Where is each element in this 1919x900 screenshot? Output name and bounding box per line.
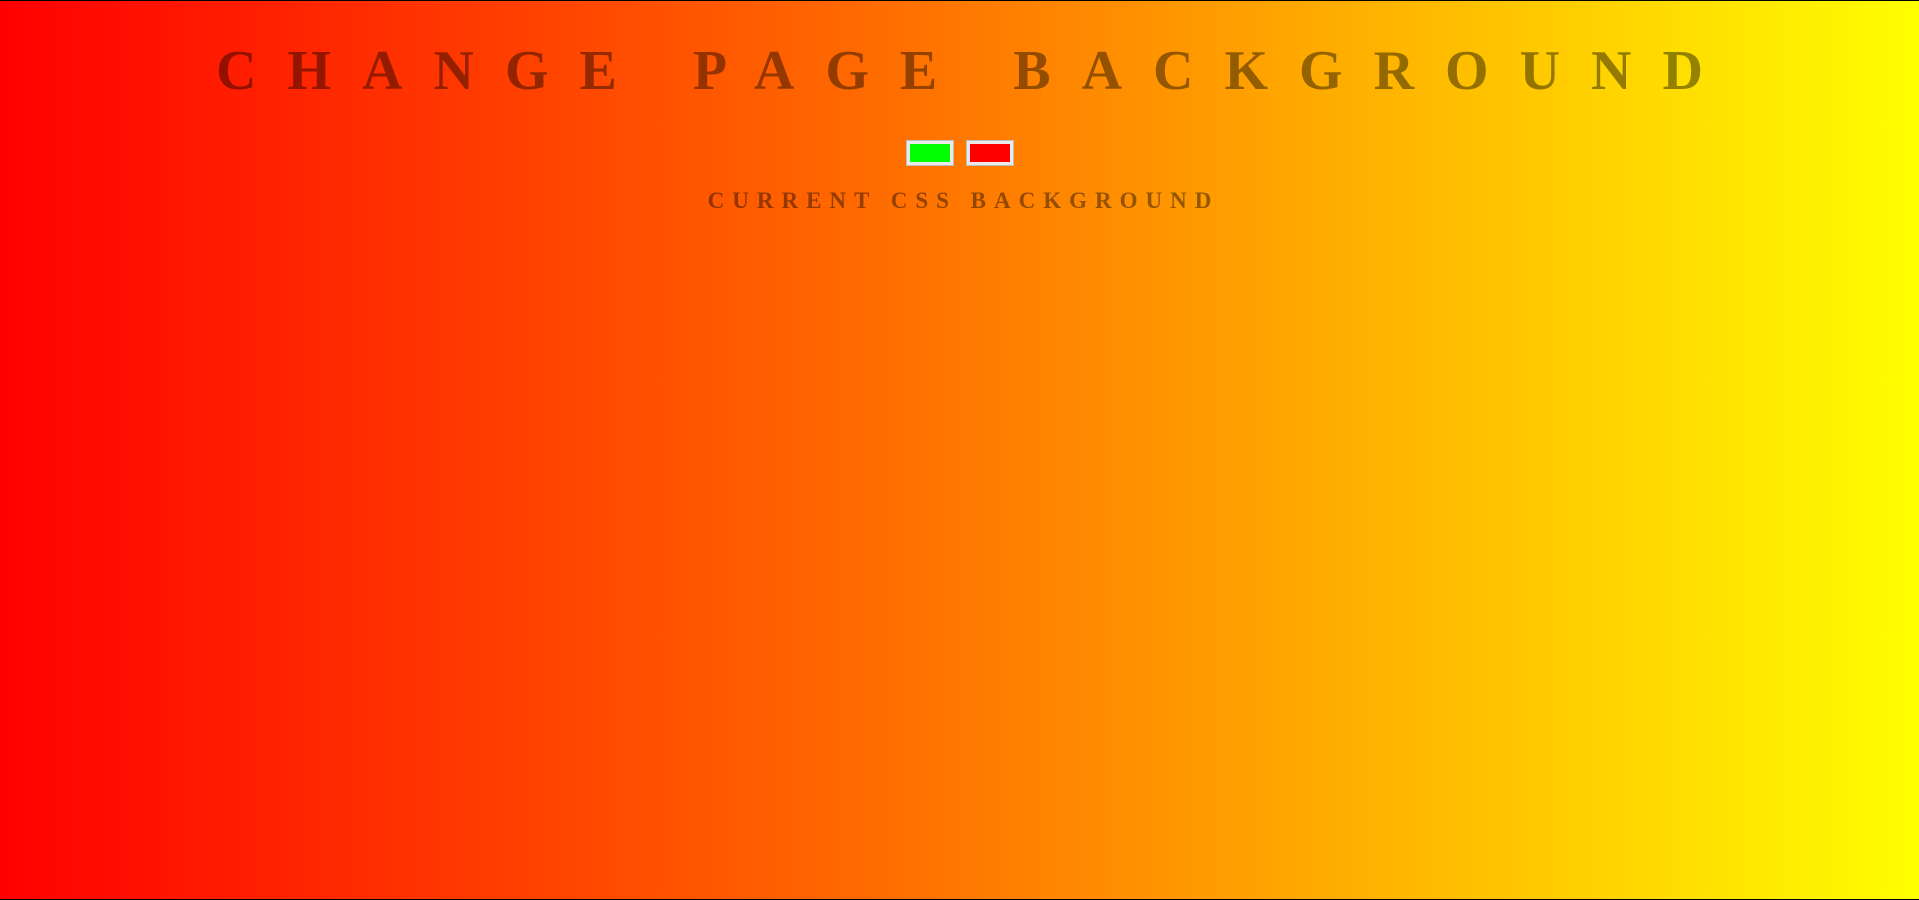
page-body: { "page": { "title": "CHANGE PAGE BACKGR… xyxy=(0,0,1919,900)
page-title: CHANGE PAGE BACKGROUND xyxy=(216,40,1734,102)
color-picker-1[interactable] xyxy=(906,141,953,165)
color-picker-2[interactable] xyxy=(966,141,1013,165)
color-picker-row xyxy=(0,141,1919,165)
current-background-label: CURRENT CSS BACKGROUND xyxy=(707,188,1220,213)
